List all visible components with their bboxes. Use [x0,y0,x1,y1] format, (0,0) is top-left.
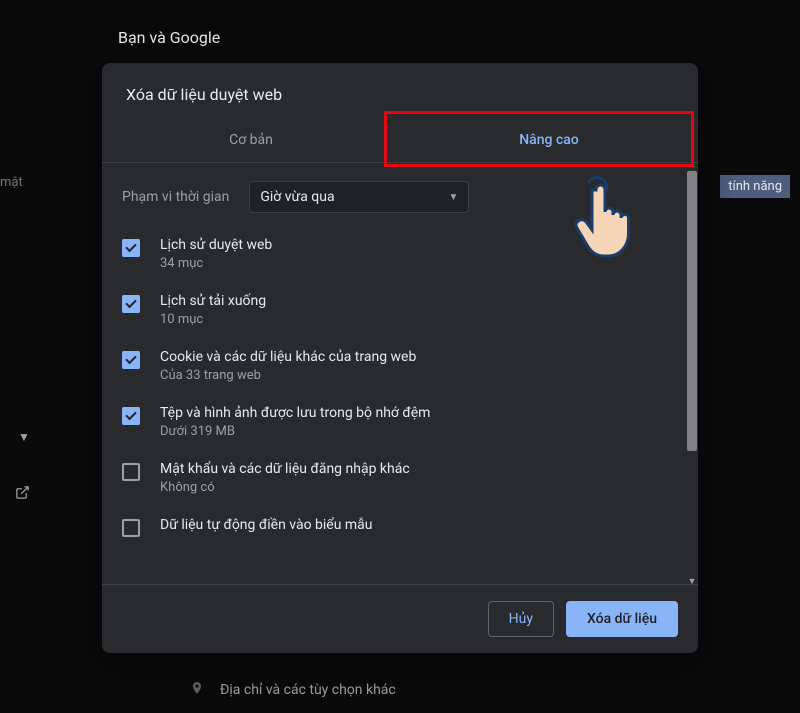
bg-footer-row[interactable]: Địa chỉ và các tùy chọn khác [190,681,396,699]
scrollbar-thumb[interactable] [687,171,697,451]
clear-data-button[interactable]: Xóa dữ liệu [566,601,678,637]
item-title: Lịch sử duyệt web [160,237,664,253]
checkbox-cookies[interactable] [122,351,140,369]
item-desc: Dưới 319 MB [160,424,664,439]
item-title: Mật khẩu và các dữ liệu đăng nhập khác [160,461,664,477]
dialog-tabs: Cơ bản Nâng cao [102,118,698,163]
item-cookies[interactable]: Cookie và các dữ liệu khác của trang web… [122,349,664,383]
dropdown-arrow-icon: ▼ [448,192,458,203]
cancel-button[interactable]: Hủy [488,601,554,637]
tab-advanced[interactable]: Nâng cao [400,118,698,162]
item-title: Lịch sử tải xuống [160,293,664,309]
chevron-down-icon[interactable]: ▼ [18,430,30,444]
scrollbar[interactable]: ▲ ▼ [687,167,697,580]
item-title: Dữ liệu tự động điền vào biểu mẫu [160,517,664,533]
scroll-area: Phạm vi thời gian Giờ vừa qua ▼ Lịch sử … [102,163,684,584]
scrollbar-down-icon[interactable]: ▼ [687,576,697,584]
location-pin-icon [190,681,204,699]
external-link-icon[interactable] [15,485,30,504]
checkbox-autofill[interactable] [122,519,140,537]
item-autofill[interactable]: Dữ liệu tự động điền vào biểu mẫu [122,517,664,537]
tab-basic[interactable]: Cơ bản [102,118,400,162]
item-desc: 34 mục [160,256,664,271]
item-desc: Của 33 trang web [160,368,664,383]
item-browsing-history[interactable]: Lịch sử duyệt web 34 mục [122,237,664,271]
item-passwords[interactable]: Mật khẩu và các dữ liệu đăng nhập khác K… [122,461,664,495]
time-range-row: Phạm vi thời gian Giờ vừa qua ▼ [122,181,664,213]
item-cached-files[interactable]: Tệp và hình ảnh được lưu trong bộ nhớ đệ… [122,405,664,439]
time-range-label: Phạm vi thời gian [122,189,229,205]
dialog-footer: Hủy Xóa dữ liệu [102,584,698,653]
bg-side-text: mật [0,175,23,190]
checkbox-cached-files[interactable] [122,407,140,425]
dialog-body: Phạm vi thời gian Giờ vừa qua ▼ Lịch sử … [102,163,698,584]
clear-browsing-data-dialog: Xóa dữ liệu duyệt web Cơ bản Nâng cao Ph… [102,63,698,653]
item-desc: 10 mục [160,312,664,327]
item-title: Tệp và hình ảnh được lưu trong bộ nhớ đệ… [160,405,664,421]
item-title: Cookie và các dữ liệu khác của trang web [160,349,664,365]
time-range-value: Giờ vừa qua [260,189,334,205]
item-desc: Không có [160,480,664,495]
bg-footer-text: Địa chỉ và các tùy chọn khác [220,682,396,698]
settings-section-title: Bạn và Google [118,28,220,47]
checkbox-browsing-history[interactable] [122,239,140,257]
checkbox-passwords[interactable] [122,463,140,481]
scrollbar-up-icon[interactable]: ▲ [687,163,697,171]
dialog-title: Xóa dữ liệu duyệt web [102,63,698,118]
item-download-history[interactable]: Lịch sử tải xuống 10 mục [122,293,664,327]
checkbox-download-history[interactable] [122,295,140,313]
time-range-select[interactable]: Giờ vừa qua ▼ [249,181,469,213]
bg-feature-label: tính năng [720,175,790,198]
